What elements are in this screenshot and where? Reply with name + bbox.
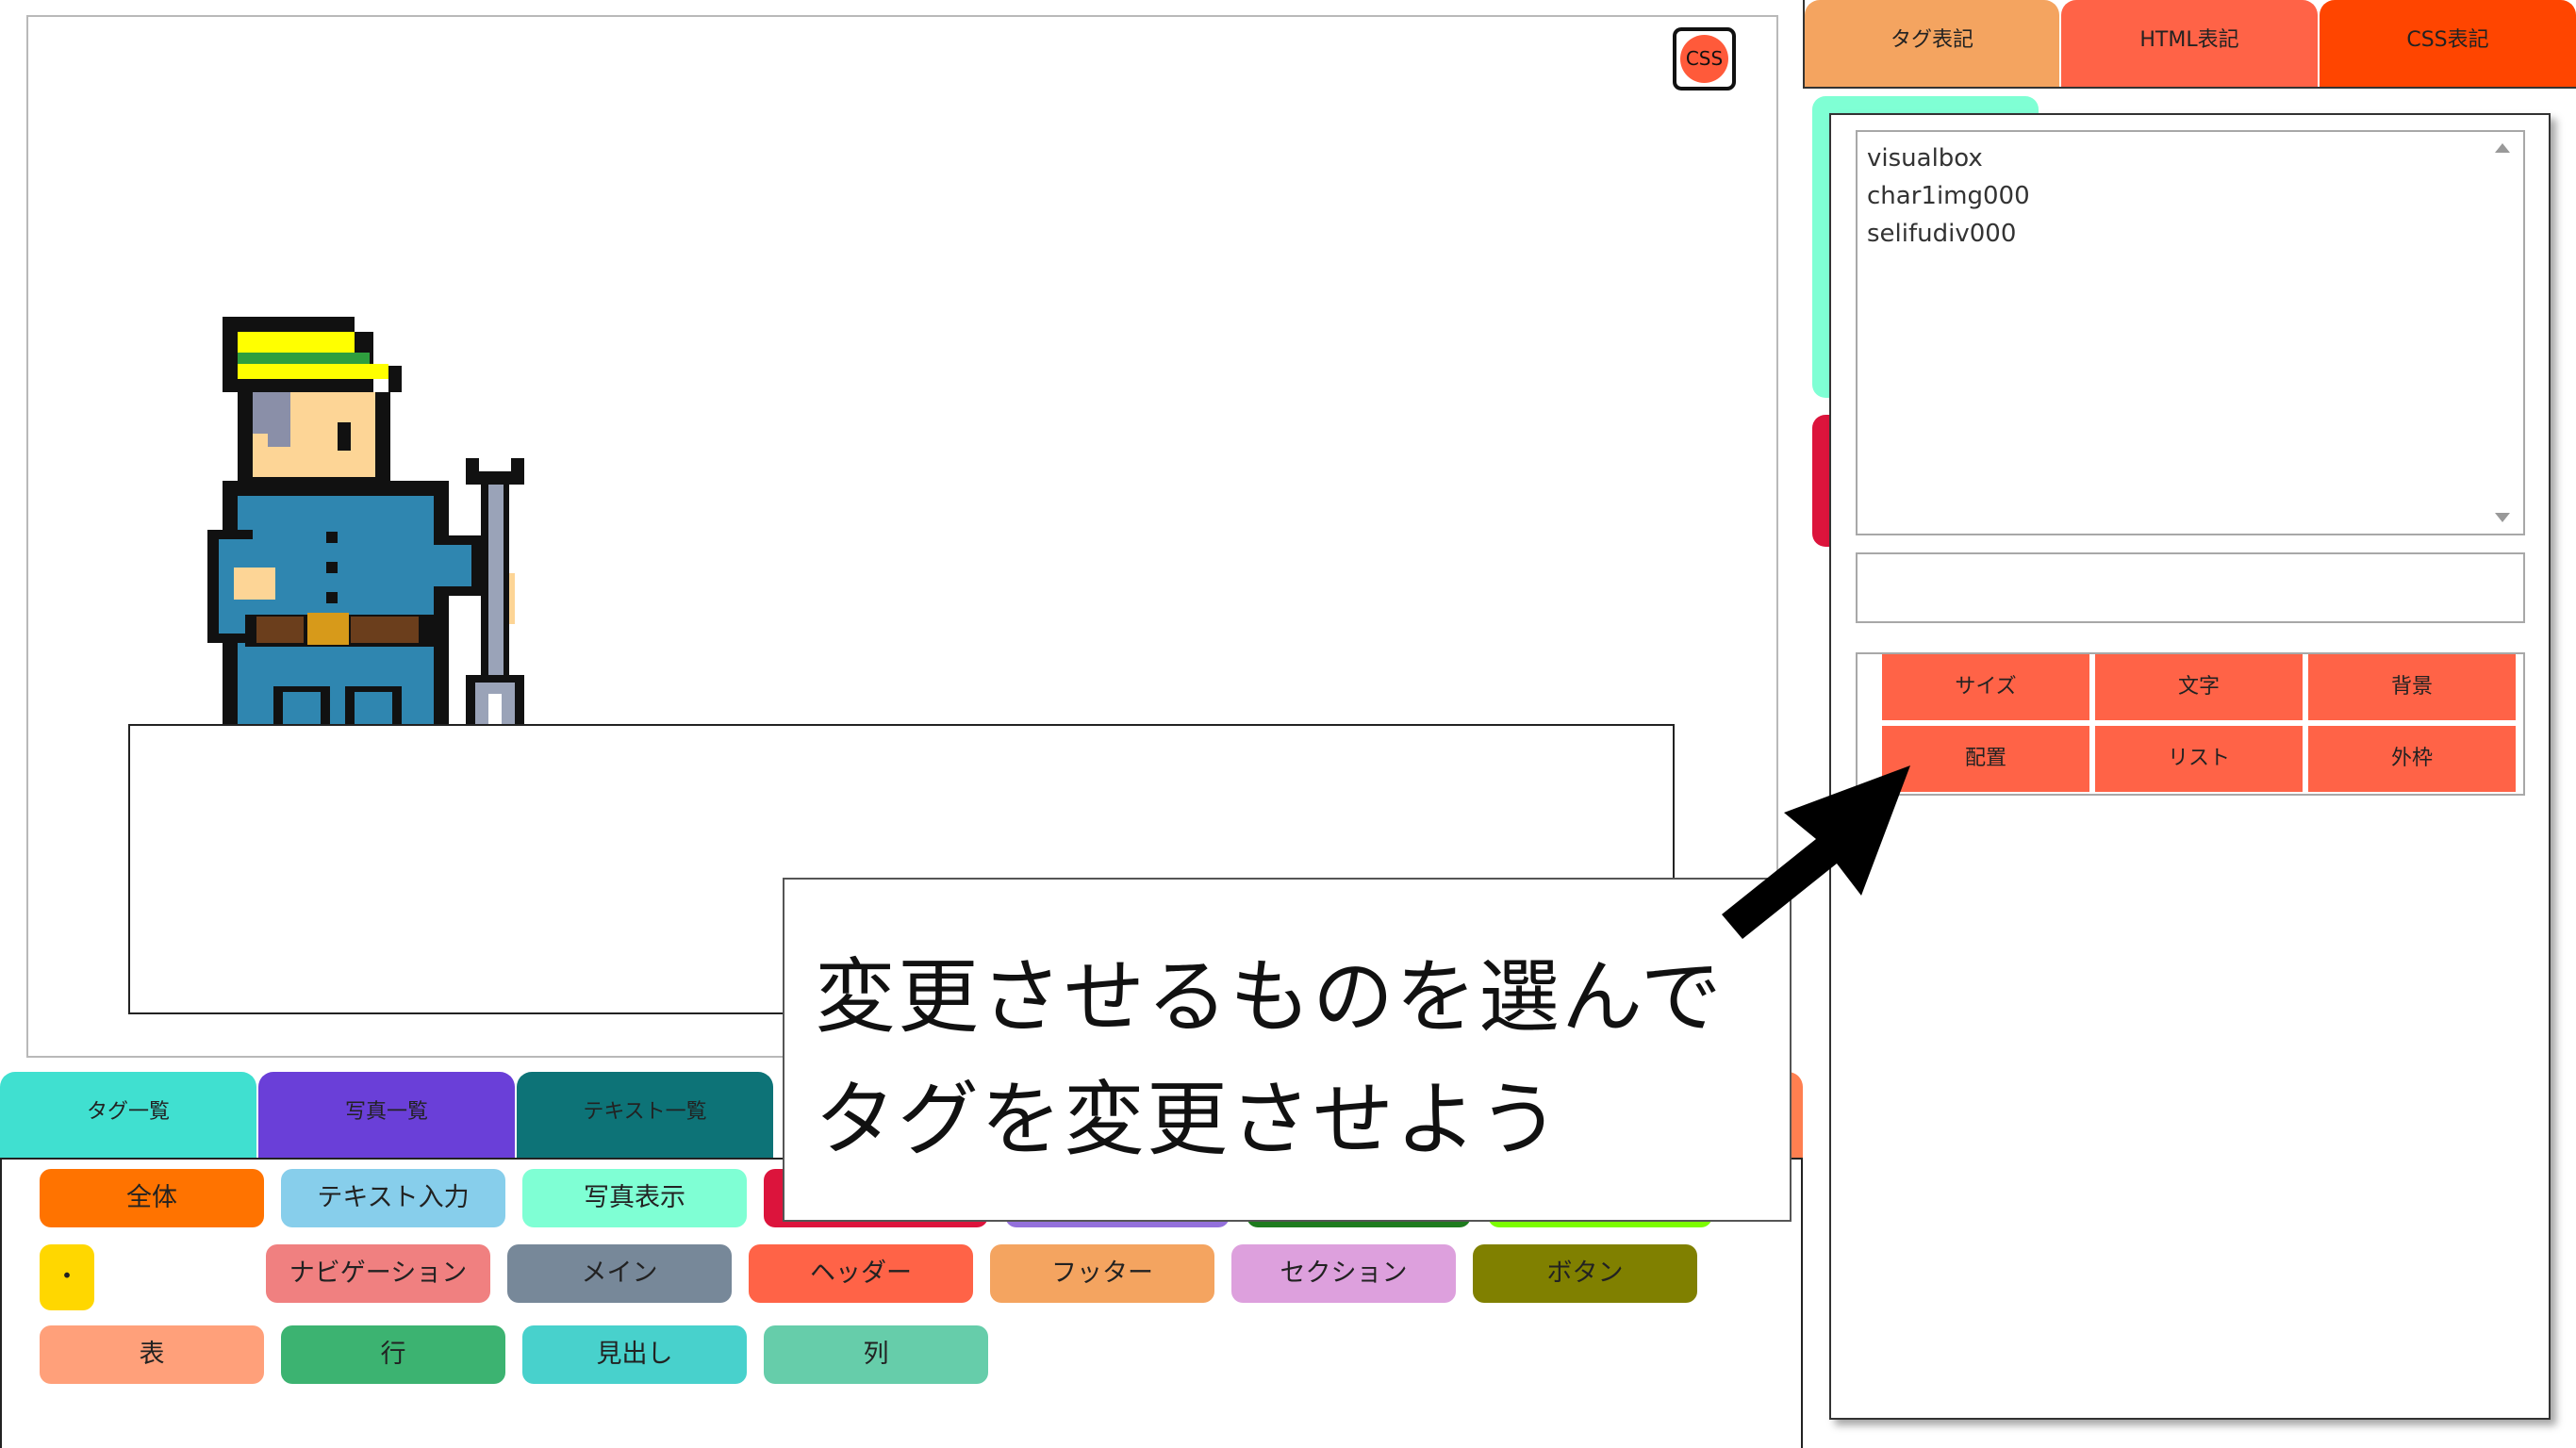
list-item[interactable]: visualbox — [1867, 140, 2514, 177]
tab-html-notation[interactable]: HTML表記 — [2061, 0, 2318, 87]
tab-css-notation[interactable]: CSS表記 — [2320, 0, 2576, 87]
list-item[interactable]: char1img000 — [1867, 177, 2514, 215]
chip-section[interactable]: セクション — [1231, 1244, 1456, 1303]
tab-tag-notation[interactable]: タグ表記 — [1805, 0, 2059, 87]
chip-text-input[interactable]: テキスト入力 — [281, 1169, 505, 1227]
chip-navigation[interactable]: ナビゲーション — [266, 1244, 490, 1303]
chip-all[interactable]: 全体 — [40, 1169, 264, 1227]
tutorial-tooltip: 変更させるものを選んで タグを変更させよう — [783, 878, 1792, 1222]
property-input[interactable] — [1856, 552, 2525, 623]
scroll-down-icon[interactable] — [2495, 513, 2510, 522]
chip-column[interactable]: 列 — [764, 1325, 988, 1384]
chip-footer[interactable]: フッター — [990, 1244, 1214, 1303]
tab-text-list[interactable]: テキスト一覧 — [517, 1072, 773, 1160]
border-button[interactable]: 外枠 — [2308, 726, 2516, 792]
list-item[interactable]: selifudiv000 — [1867, 215, 2514, 253]
tooltip-line-1: 変更させるものを選んで — [815, 950, 1724, 1045]
chip-heading[interactable]: 見出し — [522, 1325, 747, 1384]
tab-photo-list[interactable]: 写真一覧 — [258, 1072, 515, 1160]
chip-button[interactable]: ボタン — [1473, 1244, 1697, 1303]
chip-main[interactable]: メイン — [507, 1244, 732, 1303]
list-button[interactable]: リスト — [2095, 726, 2303, 792]
layout-button[interactable]: 配置 — [1882, 726, 2089, 792]
tooltip-line-2: タグを変更させよう — [815, 1073, 1561, 1167]
worker-character-image[interactable] — [170, 313, 603, 724]
pointer-arrow-icon — [1722, 765, 1910, 939]
scroll-up-icon[interactable] — [2495, 143, 2510, 153]
tab-tag-list[interactable]: タグ一覧 — [0, 1072, 256, 1160]
background-button[interactable]: 背景 — [2308, 654, 2516, 720]
chip-table[interactable]: 表 — [40, 1325, 264, 1384]
chip-row[interactable]: 行 — [281, 1325, 505, 1384]
text-style-button[interactable]: 文字 — [2095, 654, 2303, 720]
size-button[interactable]: サイズ — [1882, 654, 2089, 720]
css-badge-label: CSS — [1680, 35, 1728, 83]
element-listbox[interactable]: visualbox char1img000 selifudiv000 — [1856, 130, 2525, 535]
chip-photo-display[interactable]: 写真表示 — [522, 1169, 747, 1227]
chip-dot[interactable]: ・ — [40, 1244, 94, 1310]
css-badge-button[interactable]: CSS — [1673, 27, 1736, 90]
chip-header[interactable]: ヘッダー — [749, 1244, 973, 1303]
